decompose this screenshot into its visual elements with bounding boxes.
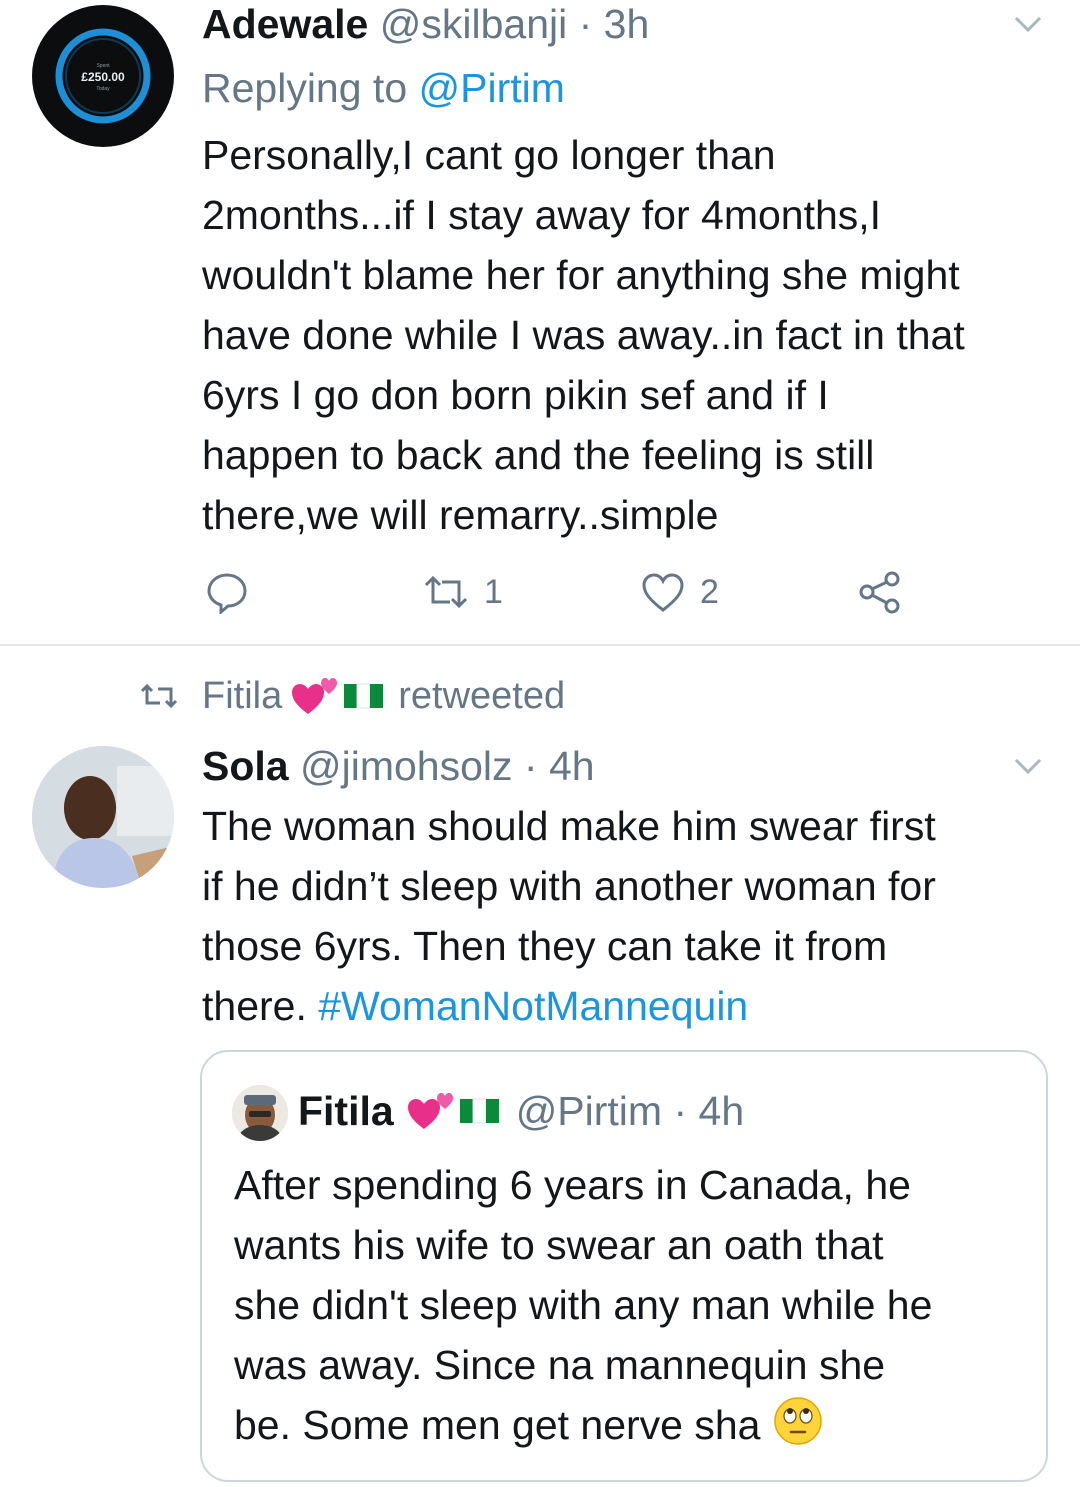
tweet-header: Sola @jimohsolz · 4h bbox=[202, 740, 595, 792]
quoted-body: After spending 6 years in Canada, he wan… bbox=[234, 1162, 933, 1448]
profile-photo bbox=[32, 746, 174, 888]
reply-button[interactable] bbox=[205, 570, 249, 614]
replying-prefix: Replying to bbox=[202, 65, 419, 111]
author-name[interactable]: Sola bbox=[202, 743, 289, 789]
tweet-text: The woman should make him swear first if… bbox=[202, 796, 1072, 1036]
share-button[interactable] bbox=[856, 570, 904, 614]
quoted-tweet-card[interactable]: Fitila @Pirtim · 4h After spending 6 yea… bbox=[200, 1050, 1048, 1482]
author-handle[interactable]: @skilbanji bbox=[380, 1, 567, 47]
quoted-tweet-header: Fitila @Pirtim · 4h bbox=[298, 1085, 744, 1137]
like-icon bbox=[642, 573, 684, 612]
quoted-tweet-text: After spending 6 years in Canada, he wan… bbox=[234, 1155, 1034, 1455]
retweeted-label: retweeted bbox=[398, 674, 566, 717]
retweet-count: 1 bbox=[484, 572, 503, 611]
replying-to: Replying to @Pirtim bbox=[202, 62, 565, 114]
chevron-down-icon[interactable] bbox=[1012, 754, 1044, 778]
quoted-author-name[interactable]: Fitila bbox=[298, 1085, 394, 1137]
chevron-down-icon[interactable] bbox=[1012, 12, 1044, 36]
avatar-caption-bottom: Today bbox=[96, 86, 110, 92]
separator: · bbox=[662, 1088, 699, 1134]
author-handle[interactable]: @jimohsolz bbox=[300, 743, 513, 789]
like-count: 2 bbox=[700, 572, 719, 611]
retweet-icon bbox=[424, 575, 468, 609]
tweet-header: Adewale @skilbanji · 3h bbox=[202, 0, 649, 50]
replying-handle[interactable]: @Pirtim bbox=[419, 65, 565, 111]
avatar-adewale[interactable]: Spent £250.00 Today bbox=[32, 5, 174, 147]
retweet-icon bbox=[140, 683, 178, 709]
timestamp[interactable]: 3h bbox=[604, 1, 650, 47]
author-name[interactable]: Adewale bbox=[202, 1, 368, 47]
reply-icon bbox=[207, 573, 247, 614]
separator: · bbox=[567, 1, 604, 47]
avatar-caption-top: Spent bbox=[96, 63, 110, 69]
avatar-amount: £250.00 bbox=[81, 70, 125, 84]
eye-roll-emoji bbox=[774, 1397, 823, 1445]
retweet-banner: Fitila retweeted bbox=[140, 670, 565, 722]
share-icon bbox=[859, 571, 900, 614]
separator: · bbox=[512, 743, 549, 789]
two-hearts-emoji bbox=[292, 678, 338, 714]
avatar-sola[interactable] bbox=[32, 746, 174, 888]
hashtag-link[interactable]: #WomanNotMannequin bbox=[318, 983, 748, 1029]
like-button[interactable]: 2 bbox=[640, 570, 719, 614]
tweet-divider bbox=[0, 644, 1080, 646]
retweet-button[interactable]: 1 bbox=[422, 570, 503, 614]
retweeter-name[interactable]: Fitila bbox=[202, 675, 282, 718]
nigeria-flag-emoji bbox=[459, 1098, 499, 1124]
profile-photo bbox=[232, 1085, 288, 1141]
quoted-timestamp[interactable]: 4h bbox=[699, 1085, 745, 1137]
timestamp[interactable]: 4h bbox=[549, 743, 595, 789]
tweet-text: Personally,I cant go longer than 2months… bbox=[202, 132, 965, 538]
avatar-fitila[interactable] bbox=[232, 1085, 288, 1141]
quoted-author-handle[interactable]: @Pirtim bbox=[516, 1085, 662, 1137]
nigeria-flag-emoji bbox=[344, 683, 384, 709]
two-hearts-emoji bbox=[407, 1093, 453, 1129]
